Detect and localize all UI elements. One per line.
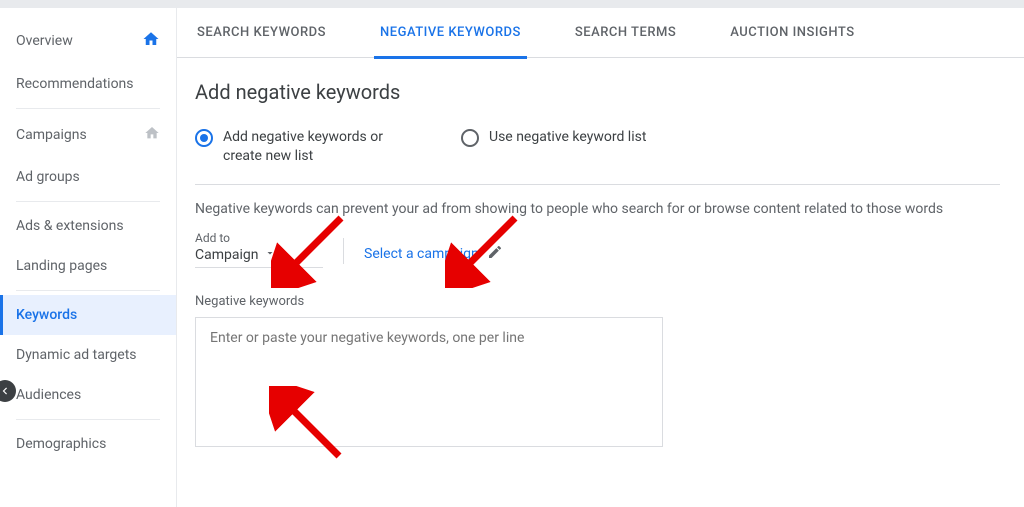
description-text: Negative keywords can prevent your ad fr…: [195, 201, 1000, 217]
sidebar-item-dynamic-ad-targets[interactable]: Dynamic ad targets: [0, 335, 176, 375]
tab-auction-insights[interactable]: AUCTION INSIGHTS: [724, 8, 860, 58]
radio-icon: [461, 129, 479, 147]
sidebar-label: Keywords: [16, 307, 77, 323]
textarea-label: Negative keywords: [195, 294, 1000, 309]
sidebar-item-ads-extensions[interactable]: Ads & extensions: [0, 206, 176, 246]
sidebar-label: Ads & extensions: [16, 218, 124, 234]
radio-use-list[interactable]: Use negative keyword list: [461, 128, 646, 147]
page-title: Add negative keywords: [195, 80, 1000, 104]
sidebar-item-campaigns[interactable]: Campaigns: [0, 113, 176, 157]
add-to-value: Campaign: [195, 247, 258, 263]
divider: [343, 238, 344, 264]
add-to-dropdown[interactable]: Add to Campaign: [195, 231, 323, 268]
home-icon: [142, 30, 160, 52]
sidebar-label: Dynamic ad targets: [16, 347, 137, 363]
sidebar-item-audiences[interactable]: Audiences: [0, 375, 176, 415]
sidebar-item-keywords[interactable]: Keywords: [0, 295, 176, 335]
select-campaign-label: Select a campaign: [364, 246, 479, 262]
radio-label: Add negative keywords or create new list: [223, 128, 423, 166]
sidebar-label: Demographics: [16, 436, 106, 452]
radio-label: Use negative keyword list: [489, 128, 646, 147]
sidebar-label: Ad groups: [16, 169, 80, 185]
chevron-down-icon: [264, 247, 276, 263]
negative-keywords-textarea[interactable]: [195, 317, 663, 447]
sidebar-item-landing-pages[interactable]: Landing pages: [0, 246, 176, 286]
radio-icon: [195, 129, 213, 147]
sidebar-item-demographics[interactable]: Demographics: [0, 424, 176, 464]
tab-negative-keywords[interactable]: NEGATIVE KEYWORDS: [374, 8, 527, 58]
add-to-label: Add to: [195, 231, 323, 245]
sidebar-item-recommendations[interactable]: Recommendations: [0, 64, 176, 104]
select-campaign-button[interactable]: Select a campaign: [364, 244, 503, 264]
home-icon: [144, 125, 160, 145]
sidebar-label: Recommendations: [16, 76, 134, 92]
tab-search-keywords[interactable]: SEARCH KEYWORDS: [191, 8, 332, 58]
sidebar-label: Audiences: [16, 387, 81, 403]
main-content: SEARCH KEYWORDS NEGATIVE KEYWORDS SEARCH…: [177, 8, 1024, 507]
radio-group: Add negative keywords or create new list…: [195, 128, 1000, 185]
sidebar-label: Campaigns: [16, 127, 87, 143]
sidebar: Overview Recommendations Campaigns Ad gr…: [0, 8, 177, 507]
sidebar-item-overview[interactable]: Overview: [0, 18, 176, 64]
sidebar-label: Landing pages: [16, 258, 107, 274]
radio-add-negative-keywords[interactable]: Add negative keywords or create new list: [195, 128, 423, 166]
pencil-icon: [487, 244, 503, 264]
tab-search-terms[interactable]: SEARCH TERMS: [569, 8, 682, 58]
sidebar-label: Overview: [16, 33, 73, 49]
sidebar-item-ad-groups[interactable]: Ad groups: [0, 157, 176, 197]
tabs: SEARCH KEYWORDS NEGATIVE KEYWORDS SEARCH…: [177, 8, 1024, 58]
